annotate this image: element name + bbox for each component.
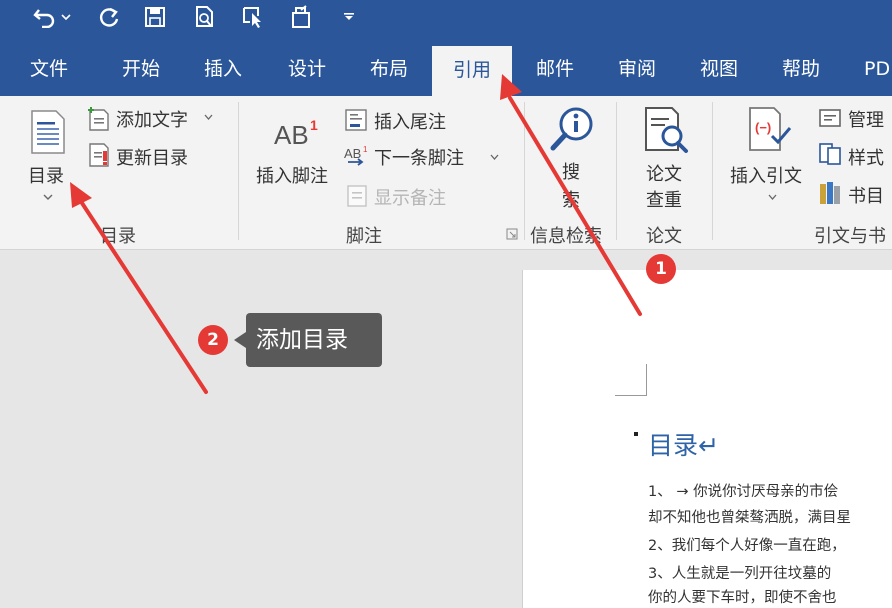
step-badge-2: 2	[198, 325, 228, 355]
arrow-to-toc-button	[70, 182, 208, 394]
add-toc-tooltip: 添加目录	[246, 313, 382, 367]
tooltip-tail	[234, 332, 246, 348]
step-badge-1: 1	[646, 254, 676, 284]
arrow-to-references-tab	[500, 74, 642, 316]
annotation-arrows	[70, 74, 642, 394]
